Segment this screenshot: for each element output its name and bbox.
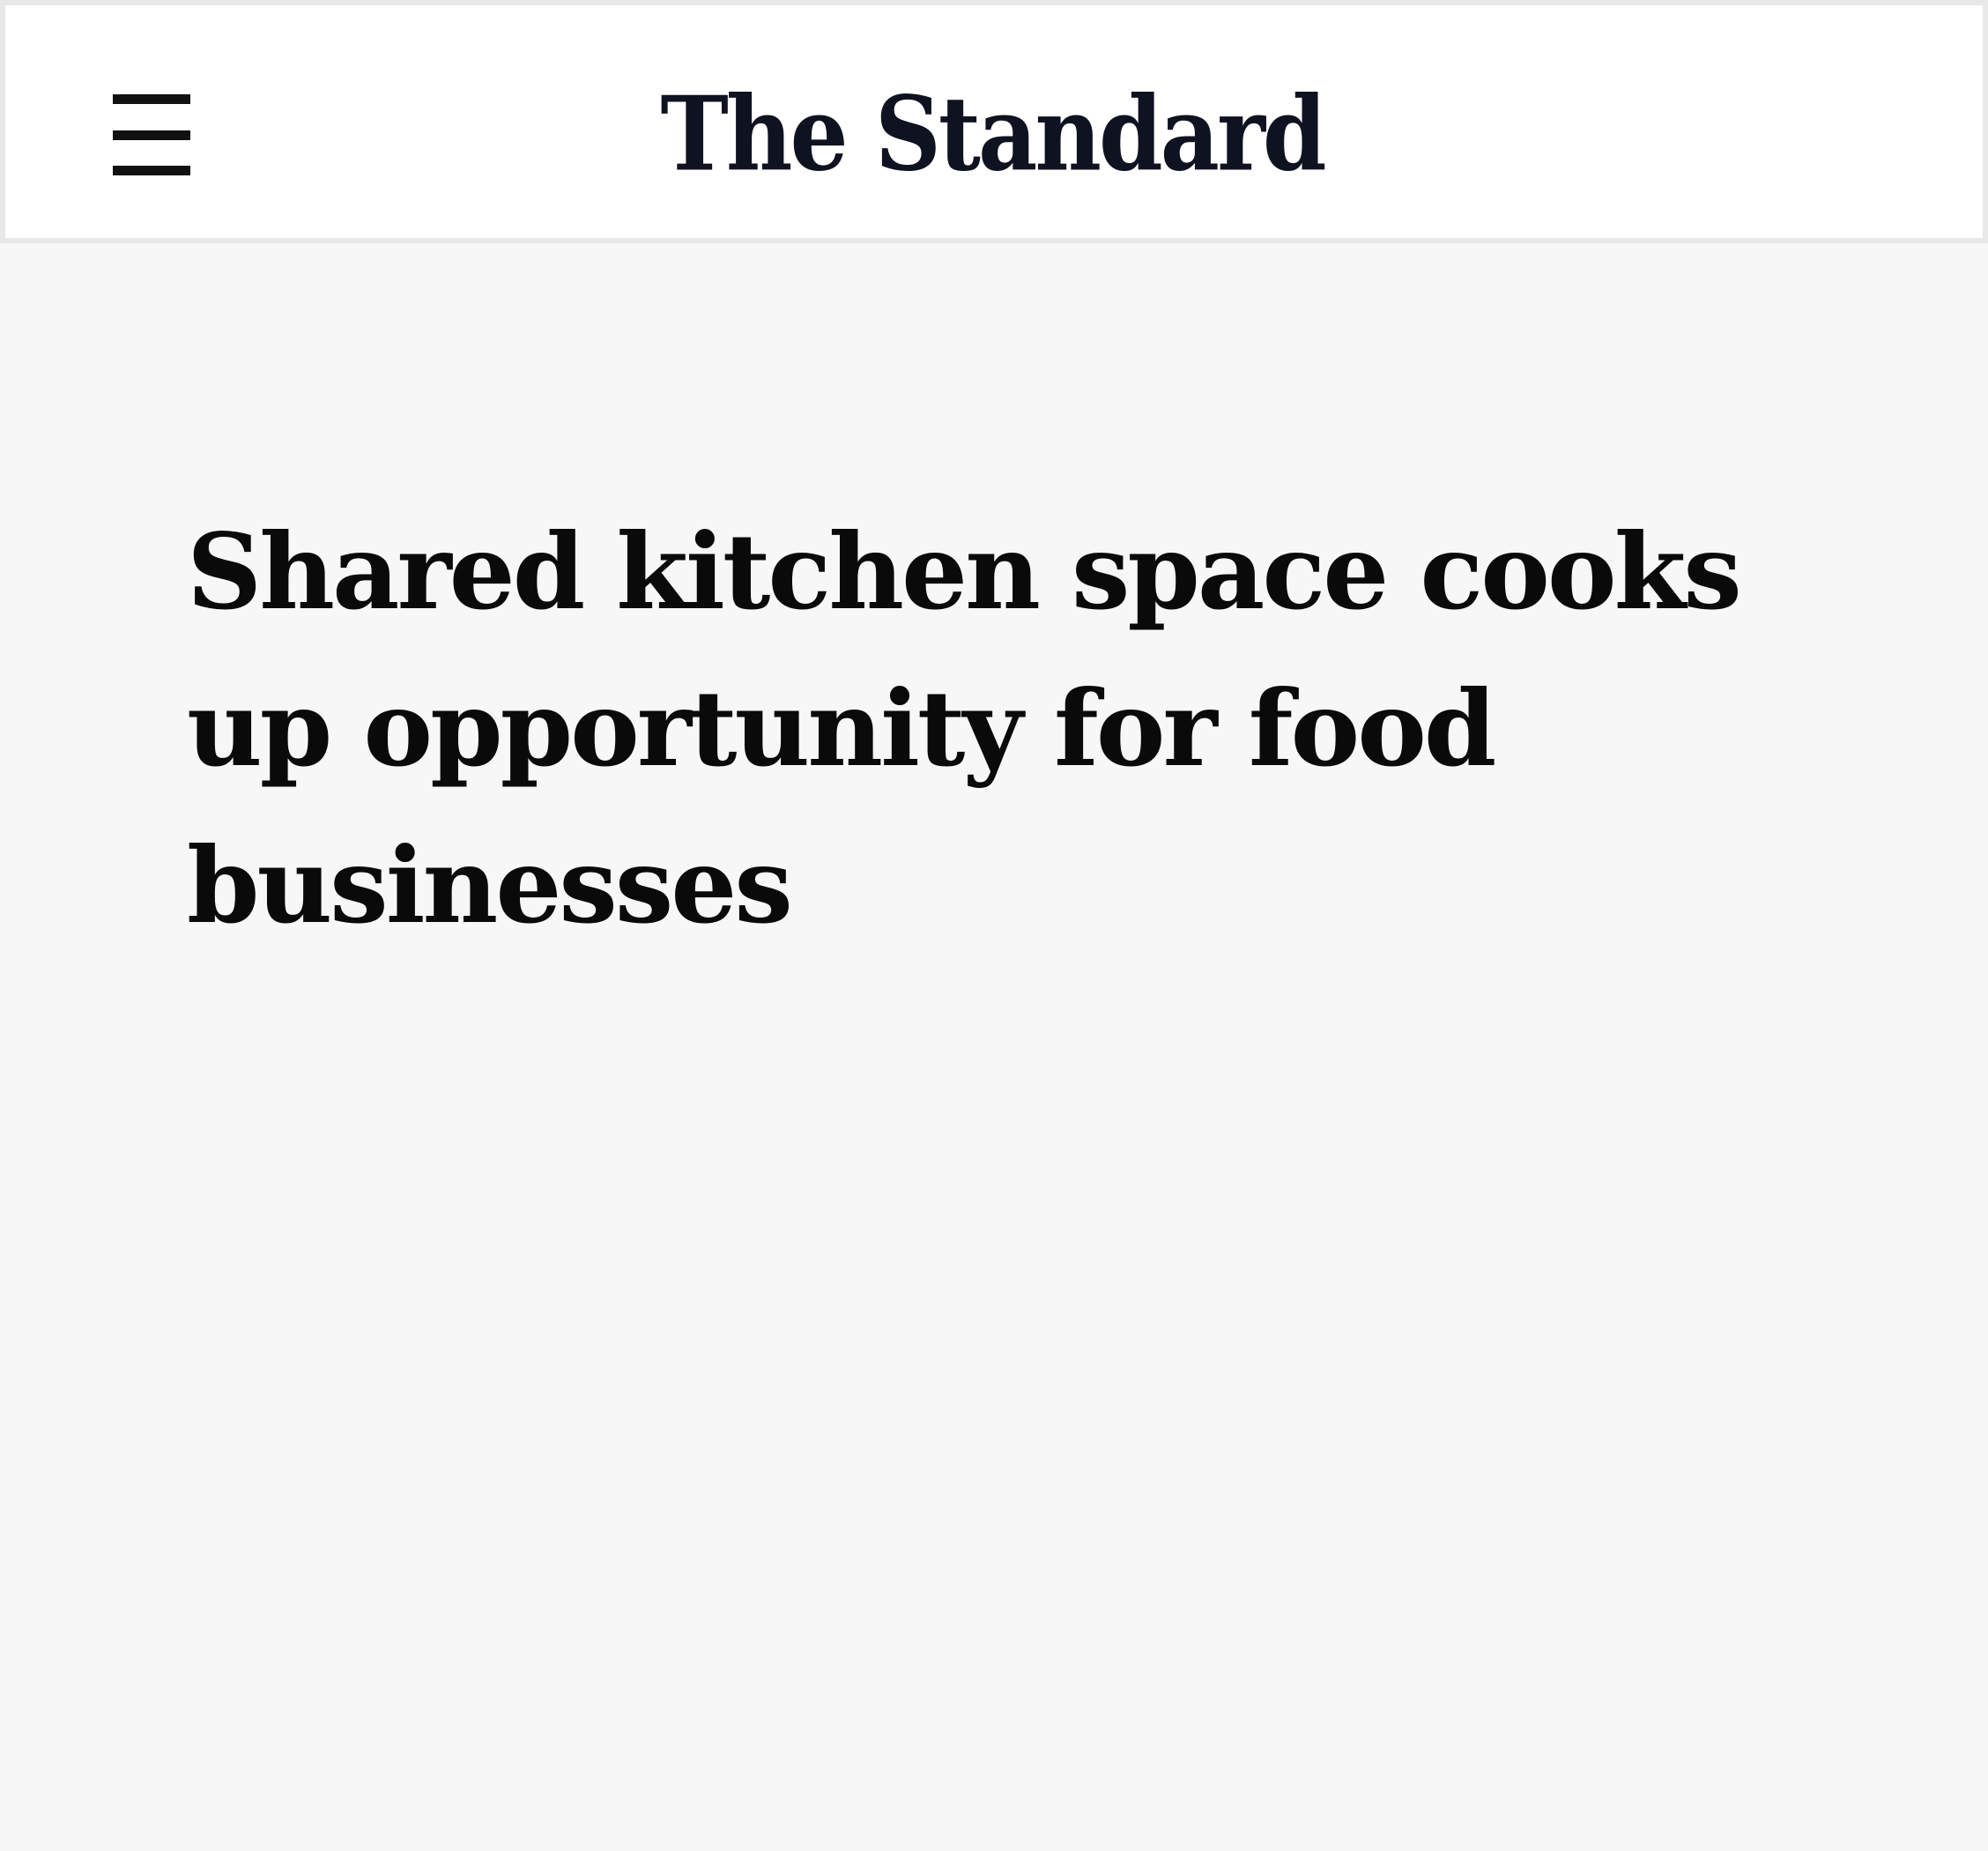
article-headline: Shared kitchen space cooks up opportunit…	[187, 510, 1742, 947]
site-logo[interactable]: The Standard	[660, 67, 1326, 199]
site-header: The Standard	[0, 0, 1988, 243]
menu-bar-bottom	[113, 166, 190, 175]
menu-bar-top	[113, 94, 190, 104]
menu-bar-middle	[113, 130, 190, 140]
logo-text: The Standard	[660, 72, 1326, 194]
hamburger-menu-icon[interactable]	[104, 89, 192, 177]
